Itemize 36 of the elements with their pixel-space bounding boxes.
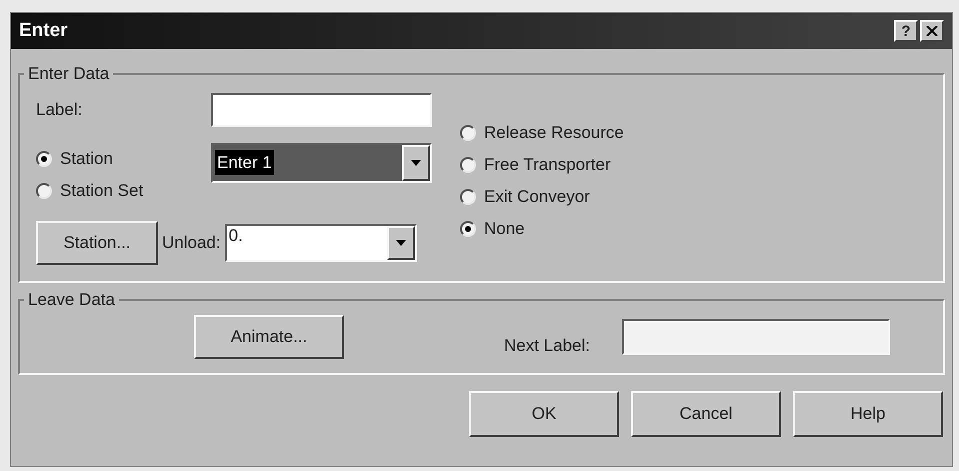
dropdown-button[interactable] <box>402 144 430 180</box>
dialog-button[interactable]: Help <box>793 391 943 437</box>
dialog-button[interactable]: Station... <box>36 220 158 264</box>
radio-button[interactable] <box>460 220 476 236</box>
radio-button[interactable] <box>460 124 476 140</box>
close-button[interactable] <box>920 20 944 42</box>
radio-label: Free Transporter <box>484 154 611 176</box>
close-icon <box>926 26 938 36</box>
combo-value: 0. <box>228 226 244 244</box>
radio-label: Station <box>60 148 113 170</box>
window-title: Enter <box>19 18 69 43</box>
radio-button[interactable] <box>36 182 52 198</box>
group-title: Leave Data <box>27 289 116 311</box>
help-button[interactable]: ? <box>894 20 918 42</box>
dialog-button[interactable]: Cancel <box>631 391 781 437</box>
caret-icon <box>411 160 421 166</box>
dialog-button[interactable]: OK <box>469 391 619 437</box>
radio-label: Station Set <box>60 180 144 202</box>
next-label-field[interactable] <box>622 318 890 354</box>
dropdown-button[interactable] <box>386 226 415 260</box>
radio-label: Exit Conveyor <box>484 186 590 208</box>
station-combo[interactable]: Enter 1 <box>211 142 432 182</box>
caret-icon <box>396 240 406 246</box>
field-label: Next Label: <box>504 334 590 356</box>
label-field[interactable] <box>211 92 432 126</box>
radio-button[interactable] <box>460 156 476 172</box>
radio-button[interactable] <box>36 150 52 166</box>
radio-label: None <box>484 218 525 240</box>
unload-combo[interactable]: 0. <box>224 224 417 262</box>
group-title: Enter Data <box>27 63 110 85</box>
dialog-button[interactable]: Animate... <box>194 314 344 358</box>
field-label: Label: <box>36 98 84 121</box>
radio-label: Release Resource <box>484 122 624 144</box>
radio-button[interactable] <box>460 188 476 204</box>
field-label: Unload: <box>162 232 221 254</box>
combo-value: Enter 1 <box>215 150 274 176</box>
